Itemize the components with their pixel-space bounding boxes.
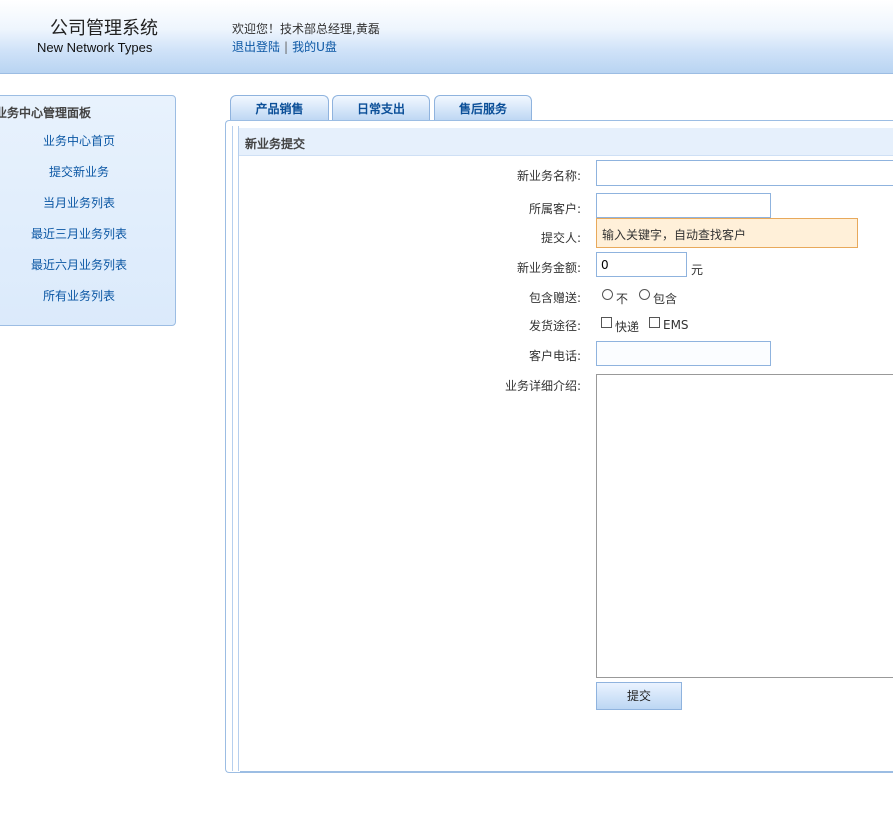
my-disk-link[interactable]: 我的U盘	[292, 40, 337, 54]
amount-unit: 元	[691, 263, 704, 277]
sidebar-panel: 业务中心管理面板 业务中心首页 提交新业务 当月业务列表 最近三月业务列表 最近…	[0, 95, 176, 326]
gift-no-label: 不	[616, 292, 629, 306]
sidebar-item-all[interactable]: 所有业务列表	[0, 287, 163, 304]
phone-input[interactable]	[596, 341, 771, 366]
sidebar-item-submit-new[interactable]: 提交新业务	[0, 163, 163, 180]
ship-express-checkbox[interactable]	[601, 317, 612, 328]
header-bar: 公司管理系统 New Network Types 欢迎您！技术部总经理,黄磊 退…	[0, 0, 893, 74]
panel-title-bar: 新业务提交	[239, 128, 893, 156]
panel-bottom-border	[240, 771, 893, 772]
business-name-input[interactable]	[596, 160, 893, 186]
sidebar-item-three-months[interactable]: 最近三月业务列表	[0, 225, 163, 242]
business-name-label: 新业务名称:	[516, 169, 581, 183]
submitter-label: 提交人:	[540, 231, 581, 245]
sidebar-item-home[interactable]: 业务中心首页	[0, 132, 163, 149]
ship-label: 发货途径:	[528, 319, 581, 333]
amount-label: 新业务金额:	[516, 261, 581, 275]
ship-express-label: 快递	[615, 320, 640, 334]
detail-label: 业务详细介绍:	[504, 379, 581, 393]
gift-yes-label: 包含	[653, 292, 678, 306]
customer-input[interactable]	[596, 193, 771, 218]
ship-ems-label: EMS	[663, 318, 689, 332]
panel-border-line	[238, 126, 239, 771]
detail-textarea[interactable]	[596, 374, 893, 678]
customer-label: 所属客户:	[528, 202, 581, 216]
logout-link[interactable]: 退出登陆	[232, 40, 280, 54]
customer-autocomplete-hint: 输入关键字，自动查找客户	[596, 218, 858, 248]
sidebar-title: 业务中心管理面板	[0, 106, 92, 120]
tab-product-sales[interactable]: 产品销售	[230, 95, 329, 121]
header-links: 退出登陆 | 我的U盘	[232, 38, 337, 55]
tab-daily-expenses[interactable]: 日常支出	[332, 95, 430, 121]
ship-ems-checkbox[interactable]	[649, 317, 660, 328]
logo-title-cn: 公司管理系统	[50, 18, 158, 39]
gift-label: 包含赠送:	[528, 291, 581, 305]
sidebar-item-six-months[interactable]: 最近六月业务列表	[0, 256, 163, 273]
tab-after-sales[interactable]: 售后服务	[434, 95, 532, 121]
panel-title: 新业务提交	[245, 137, 306, 151]
submit-button[interactable]: 提交	[596, 682, 682, 710]
phone-label: 客户电话:	[528, 349, 581, 363]
panel-border-line	[232, 126, 233, 771]
gift-yes-radio[interactable]	[639, 289, 650, 300]
amount-input[interactable]	[596, 252, 687, 277]
sidebar-item-this-month[interactable]: 当月业务列表	[0, 194, 163, 211]
welcome-text: 欢迎您！技术部总经理,黄磊	[232, 22, 380, 36]
link-separator: |	[284, 40, 289, 54]
logo-title-en: New Network Types	[37, 40, 153, 55]
gift-no-radio[interactable]	[602, 289, 613, 300]
